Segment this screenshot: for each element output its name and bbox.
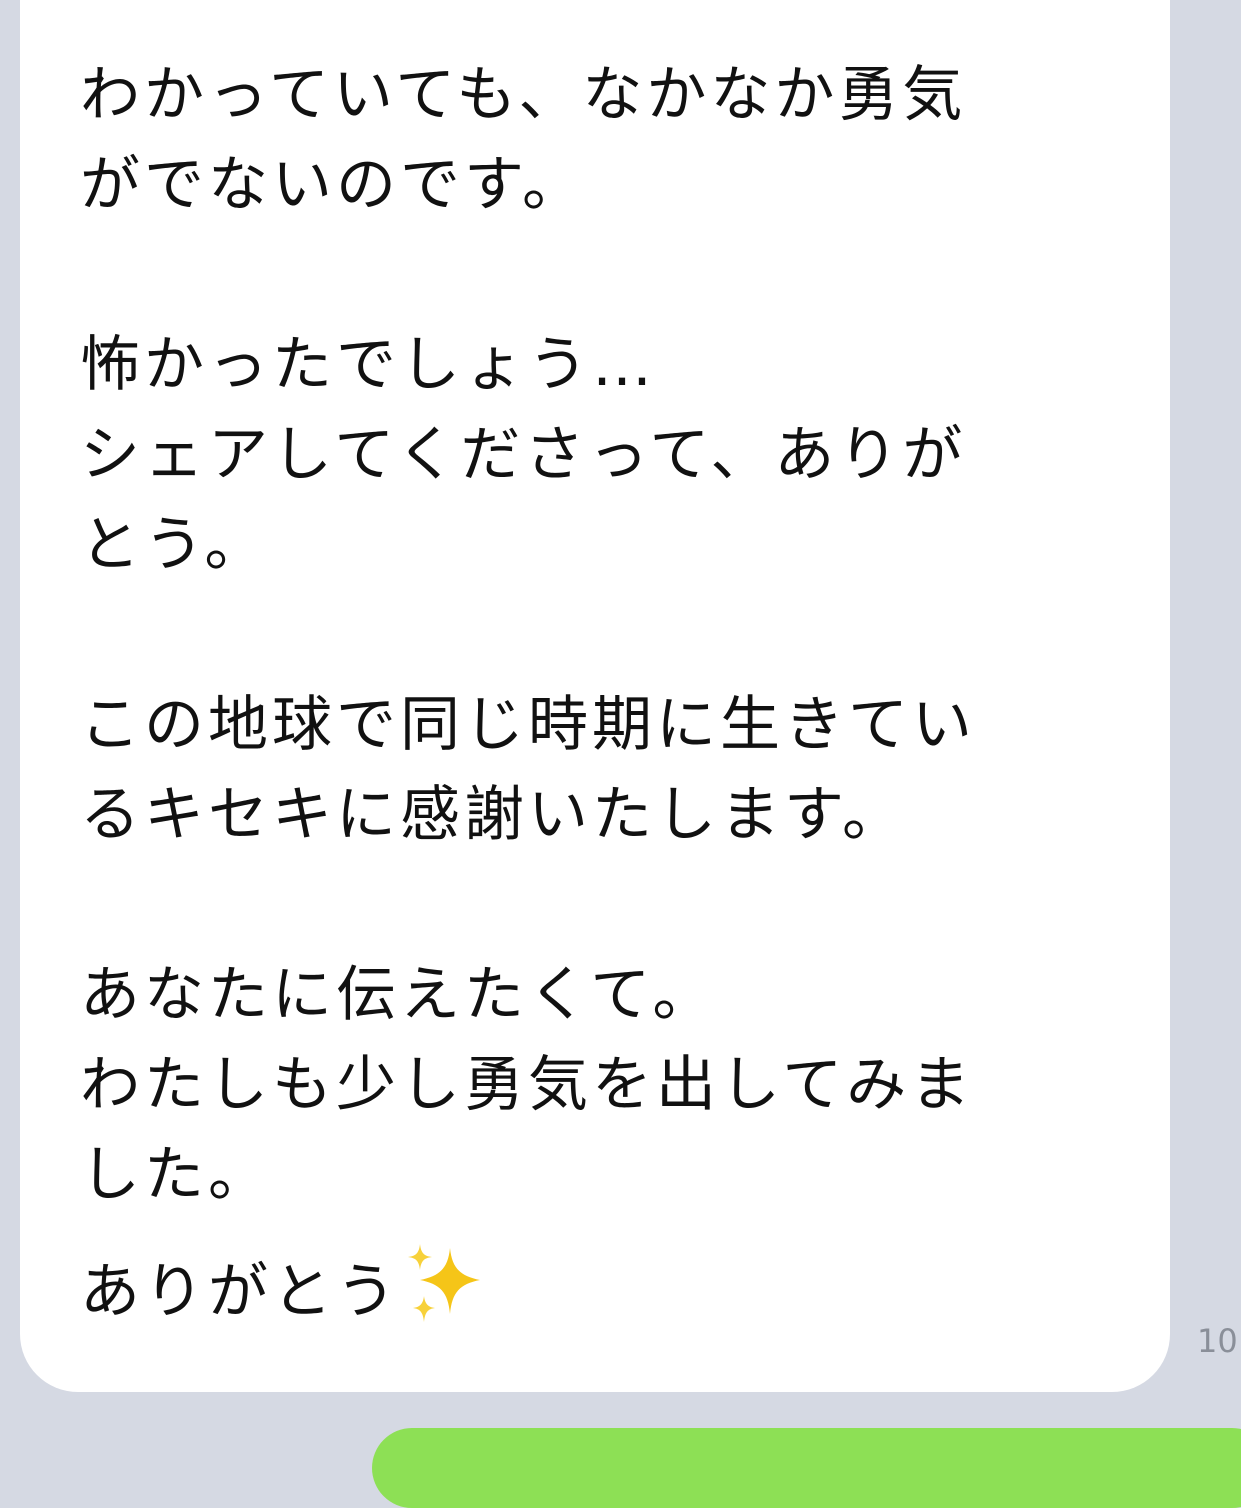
message-line: わかっていても、なかなか勇気 xyxy=(80,60,967,130)
message-line: この地球で同じ時期に生きてい xyxy=(80,690,976,760)
message-line: あなたに伝えたくて。 xyxy=(80,960,717,1030)
closing-text: ありがとう xyxy=(80,1257,400,1327)
message-paragraph-3: この地球で同じ時期に生きてい るキセキに感謝いたします。 xyxy=(80,680,976,860)
message-paragraph-2: 怖かったでしょう… シェアしてくださって、ありが とう。 xyxy=(80,320,966,590)
message-line: した。 xyxy=(80,1140,272,1210)
message-line: がでないのです。 xyxy=(80,150,586,220)
message-closing: ありがとう xyxy=(80,1242,486,1337)
sparkles-icon xyxy=(402,1242,486,1326)
message-line: わたしも少し勇気を出してみま xyxy=(80,1050,975,1120)
message-line: るキセキに感謝いたします。 xyxy=(80,780,906,850)
chat-area: わかっていても、なかなか勇気 がでないのです。 怖かったでしょう… シェアしてく… xyxy=(0,0,1241,1508)
outgoing-message-bubble[interactable] xyxy=(372,1428,1241,1508)
message-timestamp: 10 xyxy=(1197,1322,1238,1360)
message-paragraph-4: あなたに伝えたくて。 わたしも少し勇気を出してみま した。 xyxy=(80,950,974,1220)
message-line: シェアしてくださって、ありが xyxy=(80,420,967,490)
message-line: とう。 xyxy=(80,510,269,580)
message-line: 怖かったでしょう… xyxy=(80,330,656,400)
message-paragraph-1: わかっていても、なかなか勇気 がでないのです。 xyxy=(80,50,966,230)
